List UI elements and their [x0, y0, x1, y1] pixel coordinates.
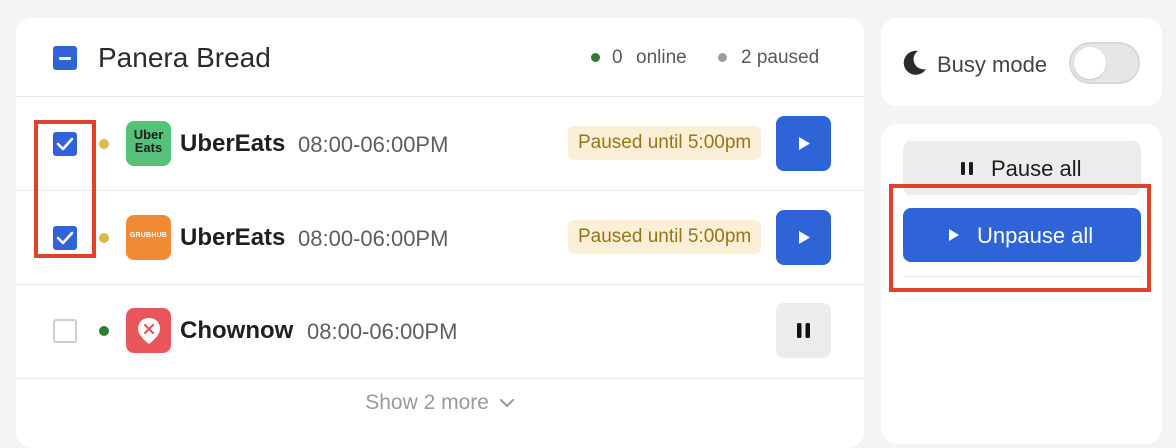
online-count: 0	[612, 47, 623, 68]
integration-hours: 08:00-06:00PM	[298, 226, 449, 251]
pause-button[interactable]	[776, 303, 831, 358]
checkbox-highlight	[34, 120, 96, 258]
row-checkbox[interactable]	[53, 319, 77, 343]
integration-row: Chownow 08:00-06:00PM	[16, 284, 864, 379]
integration-hours: 08:00-06:00PM	[307, 319, 458, 344]
integration-name: UberEats	[180, 224, 286, 251]
pause-icon	[961, 162, 973, 175]
integration-hours: 08:00-06:00PM	[298, 132, 449, 157]
show-more-label: Show 2 more	[365, 391, 489, 414]
grubhub-logo-icon: GRUBHUB	[126, 215, 171, 260]
pause-all-label: Pause all	[991, 156, 1082, 181]
select-all-checkbox[interactable]	[53, 46, 77, 70]
status-dot	[99, 233, 109, 243]
online-dot	[591, 53, 600, 62]
integration-name: UberEats	[180, 130, 286, 157]
moon-icon	[903, 50, 926, 75]
toggle-knob	[1074, 47, 1106, 79]
integration-row: GRUBHUB UberEats 08:00-06:00PM Paused un…	[16, 190, 864, 285]
busy-mode-card: Busy mode	[881, 18, 1162, 106]
paused-badge: Paused until 5:00pm	[568, 220, 762, 254]
store-card: Panera Bread 0 online 2 paused Uber Eats …	[16, 18, 864, 448]
online-label: online	[636, 47, 687, 68]
paused-label: 2 paused	[741, 47, 820, 68]
busy-mode-label: Busy mode	[937, 52, 1048, 77]
unpause-highlight	[889, 184, 1151, 292]
pause-icon	[797, 323, 810, 338]
integration-name: Chownow	[180, 317, 294, 344]
paused-badge: Paused until 5:00pm	[568, 126, 762, 160]
busy-mode-toggle[interactable]	[1069, 42, 1140, 84]
integration-row: Uber Eats UberEats 08:00-06:00PM Paused u…	[16, 96, 864, 191]
play-icon	[799, 231, 810, 244]
ubereats-logo-icon: Uber Eats	[126, 121, 171, 166]
show-more-button[interactable]: Show 2 more	[16, 391, 864, 415]
play-icon	[799, 137, 810, 150]
resume-button[interactable]	[776, 116, 831, 171]
chownow-logo-icon	[126, 308, 171, 353]
resume-button[interactable]	[776, 210, 831, 265]
paused-dot	[718, 53, 727, 62]
store-title: Panera Bread	[98, 42, 271, 73]
status-dot	[99, 139, 109, 149]
chevron-down-icon	[499, 399, 514, 408]
store-header: Panera Bread 0 online 2 paused	[16, 18, 864, 97]
status-dot	[99, 326, 109, 336]
